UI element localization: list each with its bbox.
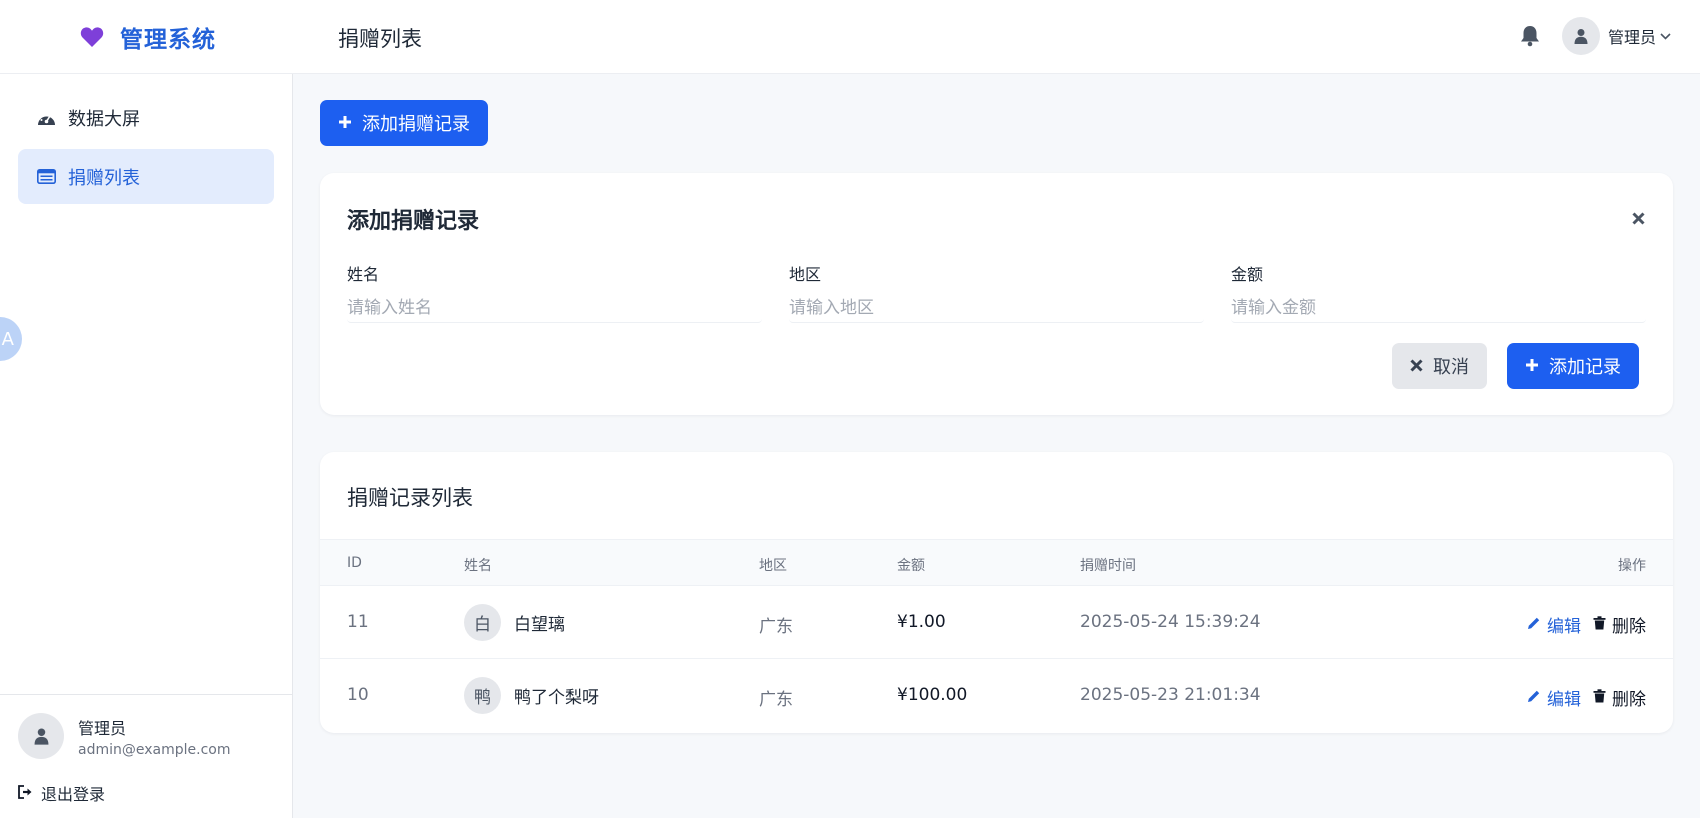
cancel-button[interactable]: 取消 bbox=[1392, 343, 1487, 389]
delete-label: 删除 bbox=[1612, 690, 1646, 710]
column-header-id: ID bbox=[347, 555, 362, 571]
table-row: 11 白 白望璃 广东 ¥1.00 2025-05-24 15:39:24 编辑… bbox=[320, 586, 1673, 659]
add-donation-button[interactable]: 添加捐赠记录 bbox=[320, 100, 488, 146]
sidebar-item-label: 数据大屏 bbox=[68, 108, 140, 130]
sidebar-user: 管理员 admin@example.com bbox=[18, 713, 230, 759]
cell-region: 广东 bbox=[759, 690, 793, 710]
close-icon bbox=[1410, 356, 1423, 377]
name-field-label: 姓名 bbox=[347, 265, 380, 284]
logout-icon bbox=[18, 784, 33, 803]
cell-amount: ¥1.00 bbox=[897, 612, 946, 632]
sidebar: 数据大屏 捐赠列表 A 管理员 admin@example.com 退出登录 bbox=[0, 74, 293, 818]
pencil-icon bbox=[1527, 615, 1541, 635]
column-header-actions: 操作 bbox=[1618, 558, 1646, 574]
amount-field-group: 金额 bbox=[1231, 261, 1646, 323]
cell-actions: 编辑 删除 bbox=[1527, 685, 1646, 710]
name-field-group: 姓名 bbox=[347, 261, 762, 323]
logout-label: 退出登录 bbox=[41, 785, 106, 804]
sidebar-user-name: 管理员 bbox=[78, 718, 127, 738]
list-icon bbox=[36, 167, 56, 187]
logout-button[interactable]: 退出登录 bbox=[18, 781, 105, 805]
delete-button[interactable]: 删除 bbox=[1593, 685, 1646, 710]
cell-name: 白 白望璃 bbox=[464, 604, 565, 641]
avatar: 白 bbox=[464, 604, 501, 641]
sidebar-user-info: 管理员 admin@example.com bbox=[78, 715, 230, 758]
region-field-label: 地区 bbox=[789, 265, 822, 284]
pencil-icon bbox=[1527, 688, 1541, 708]
heart-icon bbox=[78, 23, 106, 51]
cancel-label: 取消 bbox=[1433, 357, 1469, 378]
column-header-amount: 金额 bbox=[897, 558, 925, 574]
avatar: 鸭 bbox=[464, 677, 501, 714]
user-avatar bbox=[18, 713, 64, 759]
form-title: 添加捐赠记录 bbox=[347, 209, 480, 234]
list-title: 捐赠记录列表 bbox=[347, 486, 473, 510]
edit-button[interactable]: 编辑 bbox=[1527, 612, 1581, 637]
top-header: 管理系统 捐赠列表 管理员 bbox=[0, 0, 1700, 74]
edit-button[interactable]: 编辑 bbox=[1527, 685, 1581, 710]
plus-icon bbox=[1525, 356, 1539, 377]
plus-icon bbox=[338, 113, 352, 134]
header-actions: 管理员 bbox=[1516, 17, 1674, 55]
add-donation-label: 添加捐赠记录 bbox=[362, 114, 470, 135]
chevron-down-icon[interactable] bbox=[1660, 29, 1674, 43]
sidebar-footer: 管理员 admin@example.com 退出登录 bbox=[0, 694, 293, 818]
table-header: ID 姓名 地区 金额 捐赠时间 操作 bbox=[320, 539, 1673, 586]
close-icon[interactable] bbox=[1629, 209, 1647, 227]
trash-icon bbox=[1593, 615, 1606, 635]
table-row: 10 鸭 鸭了个梨呀 广东 ¥100.00 2025-05-23 21:01:3… bbox=[320, 659, 1673, 732]
brand[interactable]: 管理系统 bbox=[78, 20, 216, 54]
sidebar-item-dashboard[interactable]: 数据大屏 bbox=[18, 90, 274, 145]
donation-table: ID 姓名 地区 金额 捐赠时间 操作 11 白 白望璃 广东 ¥1.00 20… bbox=[320, 539, 1673, 732]
cell-actions: 编辑 删除 bbox=[1527, 612, 1646, 637]
cell-id: 11 bbox=[347, 612, 369, 632]
region-field-group: 地区 bbox=[789, 261, 1204, 323]
brand-name: 管理系统 bbox=[120, 27, 216, 53]
submit-record-label: 添加记录 bbox=[1549, 357, 1621, 378]
submit-record-button[interactable]: 添加记录 bbox=[1507, 343, 1639, 389]
bell-icon[interactable] bbox=[1516, 22, 1544, 50]
cell-name: 鸭 鸭了个梨呀 bbox=[464, 677, 599, 714]
edit-label: 编辑 bbox=[1547, 617, 1581, 637]
floating-translate-button[interactable]: A bbox=[0, 317, 22, 361]
amount-input[interactable] bbox=[1231, 293, 1646, 323]
donor-name: 白望璃 bbox=[514, 615, 565, 635]
column-header-name: 姓名 bbox=[464, 558, 492, 574]
delete-button[interactable]: 删除 bbox=[1593, 612, 1646, 637]
name-input[interactable] bbox=[347, 293, 762, 323]
cell-amount: ¥100.00 bbox=[897, 685, 968, 705]
cell-time: 2025-05-24 15:39:24 bbox=[1080, 612, 1261, 632]
sidebar-nav: 数据大屏 捐赠列表 bbox=[18, 90, 274, 208]
sidebar-item-label: 捐赠列表 bbox=[68, 167, 140, 189]
edit-label: 编辑 bbox=[1547, 690, 1581, 710]
app-root: 管理系统 捐赠列表 管理员 数据大屏 捐赠列表 A 管理员 admin@exam… bbox=[0, 0, 1700, 818]
donor-name: 鸭了个梨呀 bbox=[514, 688, 599, 708]
sidebar-item-donations[interactable]: 捐赠列表 bbox=[18, 149, 274, 204]
dashboard-icon bbox=[36, 108, 56, 128]
column-header-time: 捐赠时间 bbox=[1080, 558, 1136, 574]
donation-list-card: 捐赠记录列表 ID 姓名 地区 金额 捐赠时间 操作 11 白 白望璃 广东 ¥… bbox=[320, 452, 1673, 733]
header-user-name[interactable]: 管理员 bbox=[1608, 24, 1656, 48]
add-donation-form: 添加捐赠记录 姓名 地区 金额 取消 bbox=[320, 173, 1673, 415]
cell-region: 广东 bbox=[759, 617, 793, 637]
trash-icon bbox=[1593, 688, 1606, 708]
amount-field-label: 金额 bbox=[1231, 265, 1264, 284]
page-title: 捐赠列表 bbox=[338, 27, 422, 51]
sidebar-user-email: admin@example.com bbox=[78, 741, 231, 758]
delete-label: 删除 bbox=[1612, 617, 1646, 637]
column-header-region: 地区 bbox=[759, 558, 787, 574]
cell-time: 2025-05-23 21:01:34 bbox=[1080, 685, 1261, 705]
region-input[interactable] bbox=[789, 293, 1204, 323]
cell-id: 10 bbox=[347, 685, 369, 705]
user-avatar[interactable] bbox=[1561, 17, 1600, 55]
